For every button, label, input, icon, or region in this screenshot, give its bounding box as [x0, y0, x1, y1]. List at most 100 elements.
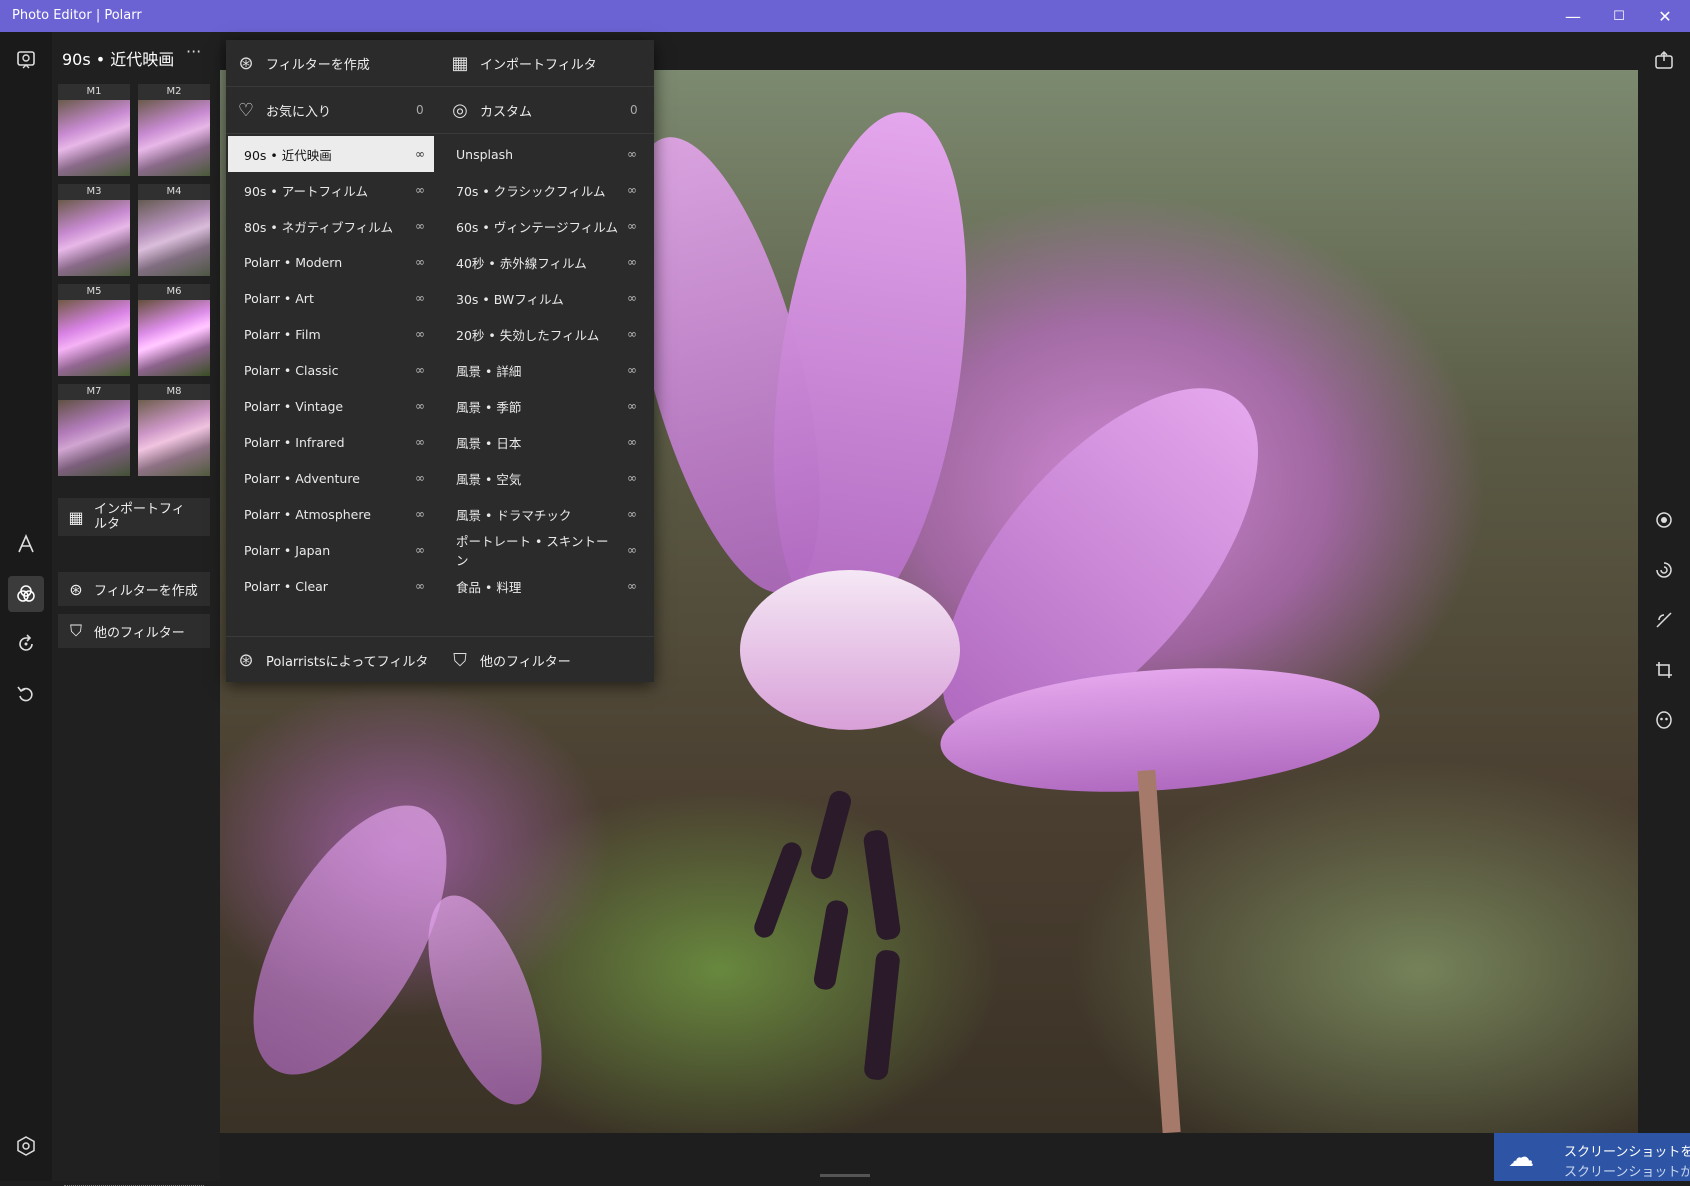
more-filters-button[interactable]: ⛉ 他のフィルター — [58, 614, 210, 648]
filter-name: Polarr • Classic — [244, 362, 339, 378]
flower-anther — [863, 949, 901, 1081]
face-icon[interactable] — [1646, 702, 1682, 738]
more-filters-menu-label: 他のフィルター — [480, 654, 571, 670]
qr-icon: ▦ — [451, 52, 469, 74]
retouch-icon[interactable] — [1646, 552, 1682, 588]
settings-icon[interactable] — [8, 1128, 44, 1164]
filter-list-item[interactable]: 90s • アートフィルム ∞ — [228, 172, 434, 208]
filter-list-item[interactable]: 風景 • 季節 ∞ — [440, 388, 646, 424]
more-options-button[interactable]: ··· — [186, 42, 201, 61]
minimize-button[interactable]: — — [1550, 0, 1596, 32]
filter-name: Polarr • Film — [244, 326, 321, 342]
filter-name: Polarr • Modern — [244, 254, 343, 270]
thumb-label: M2 — [138, 84, 210, 100]
flower-anther — [862, 828, 902, 942]
create-filter-menu-item[interactable]: ⊛ フィルターを作成 — [226, 40, 440, 86]
filter-name: 30s • BWフィルム — [456, 291, 564, 307]
filter-list-item[interactable]: Polarr • Atmosphere ∞ — [228, 496, 434, 532]
filter-name: 20秒 • 失効したフィルム — [456, 327, 600, 343]
filter-thumb-m7[interactable]: M7 — [58, 384, 130, 476]
import-filter-button[interactable]: ▦ インポートフィルタ — [58, 498, 210, 536]
import-filter-label: インポートフィルタ — [94, 502, 185, 532]
filter-list-item[interactable]: 80s • ネガティブフィルム ∞ — [228, 208, 434, 244]
toast-title: スクリーンショットを保存しました — [1564, 1145, 1690, 1160]
history-icon[interactable] — [8, 626, 44, 662]
adjustments-icon[interactable] — [1646, 502, 1682, 538]
import-filter-menu-label: インポートフィルタ — [480, 57, 597, 73]
filter-name: Polarr • Infrared — [244, 434, 345, 450]
more-filters-menu-item[interactable]: ⛉ 他のフィルター — [440, 637, 654, 683]
infinity-icon: ∞ — [627, 399, 637, 413]
filter-name: Polarr • Atmosphere — [244, 506, 371, 522]
infinity-icon: ∞ — [415, 471, 425, 485]
filter-list-item[interactable]: Polarr • Japan ∞ — [228, 532, 434, 568]
filter-thumb-m2[interactable]: M2 — [138, 84, 210, 176]
filter-list-item[interactable]: 70s • クラシックフィルム ∞ — [440, 172, 646, 208]
filter-list-item[interactable]: Polarr • Infrared ∞ — [228, 424, 434, 460]
filters-icon[interactable] — [8, 576, 44, 612]
custom-menu-item[interactable]: ◎ カスタム — [440, 87, 654, 133]
filter-thumb-m4[interactable]: M4 — [138, 184, 210, 276]
current-filter-name: 90s • 近代映画 — [62, 50, 175, 69]
maximize-button[interactable]: ☐ — [1596, 0, 1642, 32]
crop-icon[interactable] — [1646, 652, 1682, 688]
polarrists-filters-item[interactable]: ⊛ Polarristsによってフィルタ — [226, 637, 440, 683]
filter-thumb-m3[interactable]: M3 — [58, 184, 130, 276]
brush-icon[interactable] — [1646, 602, 1682, 638]
favorites-label: お気に入り — [266, 104, 332, 120]
flower-anther — [751, 839, 805, 941]
infinity-icon: ∞ — [627, 543, 637, 557]
filter-list-item[interactable]: Polarr • Clear ∞ — [228, 568, 434, 604]
filter-name: 風景 • ドラマチック — [456, 507, 572, 523]
filter-name: 80s • ネガティブフィルム — [244, 219, 393, 235]
screenshot-toast[interactable]: ☁ スクリーンショットを保存しました スクリーンショットが OneDrive に — [1494, 1133, 1690, 1181]
filter-thumb-m6[interactable]: M6 — [138, 284, 210, 376]
create-filter-button[interactable]: ⊛ フィルターを作成 — [58, 572, 210, 606]
filter-list-item[interactable]: Polarr • Art ∞ — [228, 280, 434, 316]
filter-list-item[interactable]: 40秒 • 赤外線フィルム ∞ — [440, 244, 646, 280]
filter-list-item[interactable]: Polarr • Vintage ∞ — [228, 388, 434, 424]
close-button[interactable]: ✕ — [1642, 0, 1688, 32]
filter-name: 90s • 近代映画 — [244, 147, 332, 163]
favorites-menu-item[interactable]: ♡ お気に入り — [226, 87, 440, 133]
more-filters-label: 他のフィルター — [94, 625, 185, 641]
filter-list-item[interactable]: 風景 • 日本 ∞ — [440, 424, 646, 460]
title-bar: Photo Editor | Polarr — ☐ ✕ — [0, 0, 1690, 32]
filter-list-item[interactable]: 90s • 近代映画 ∞ — [228, 136, 434, 172]
dropdown-footer-row: ⊛ Polarristsによってフィルタ ⛉ 他のフィルター — [226, 636, 654, 683]
create-filter-icon: ⊛ — [238, 649, 254, 671]
open-image-icon[interactable] — [8, 42, 44, 78]
infinity-icon: ∞ — [627, 471, 637, 485]
filter-list-item[interactable]: 風景 • ドラマチック ∞ — [440, 496, 646, 532]
filter-list-item[interactable]: ポートレート • スキントーン ∞ — [440, 532, 646, 568]
filter-list-item[interactable]: 60s • ヴィンテージフィルム ∞ — [440, 208, 646, 244]
export-icon[interactable] — [1646, 42, 1682, 78]
filter-list-item[interactable]: Polarr • Film ∞ — [228, 316, 434, 352]
filter-list-item[interactable]: Polarr • Adventure ∞ — [228, 460, 434, 496]
filter-list-item[interactable]: 30s • BWフィルム ∞ — [440, 280, 646, 316]
filter-thumb-m1[interactable]: M1 — [58, 84, 130, 176]
infinity-icon: ∞ — [627, 255, 637, 269]
infinity-icon: ∞ — [415, 291, 425, 305]
filter-thumb-m8[interactable]: M8 — [138, 384, 210, 476]
filter-list-item[interactable]: Polarr • Classic ∞ — [228, 352, 434, 388]
filter-list-item[interactable]: 風景 • 空気 ∞ — [440, 460, 646, 496]
text-tool-icon[interactable] — [8, 526, 44, 562]
thumb-label: M3 — [58, 184, 130, 200]
filter-list-item[interactable]: Polarr • Modern ∞ — [228, 244, 434, 280]
flower-anther — [808, 788, 854, 882]
custom-label: カスタム — [480, 104, 533, 120]
infinity-icon: ∞ — [627, 183, 637, 197]
resize-grip[interactable] — [820, 1174, 870, 1177]
filter-list-item[interactable]: Unsplash ∞ — [440, 136, 646, 172]
filter-name: ポートレート • スキントーン — [456, 534, 609, 568]
filter-thumb-m5[interactable]: M5 — [58, 284, 130, 376]
infinity-icon: ∞ — [415, 147, 425, 161]
filter-list-item[interactable]: 20秒 • 失効したフィルム ∞ — [440, 316, 646, 352]
filter-list-item[interactable]: 食品 • 料理 ∞ — [440, 568, 646, 604]
thumb-label: M5 — [58, 284, 130, 300]
undo-icon[interactable] — [8, 676, 44, 712]
filter-list-item[interactable]: 風景 • 詳細 ∞ — [440, 352, 646, 388]
dropdown-collections-row: ♡ お気に入り 0 ◎ カスタム 0 — [226, 87, 654, 134]
import-filter-menu-item[interactable]: ▦ インポートフィルタ — [440, 40, 654, 86]
